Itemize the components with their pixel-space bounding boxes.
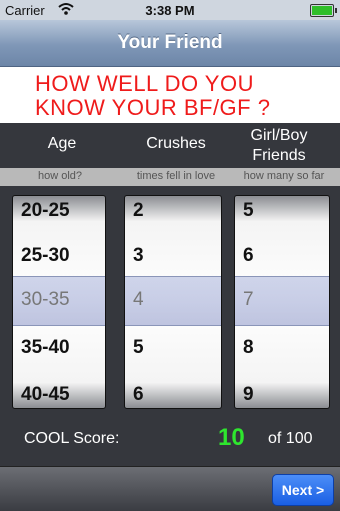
age-option[interactable]: 25-30: [21, 241, 70, 271]
crushes-option[interactable]: 6: [133, 380, 144, 408]
friends-option[interactable]: 9: [243, 380, 254, 408]
crushes-option-selected[interactable]: 4: [133, 285, 144, 315]
status-bar: Carrier 3:38 PM: [0, 0, 340, 20]
page-title: Your Friend: [117, 32, 223, 53]
age-picker-wheel[interactable]: 20-25 25-30 30-35 35-40 40-45: [12, 195, 106, 409]
column-title-friends: Girl/Boy Friends: [233, 126, 325, 166]
score-label: COOL Score:: [24, 430, 120, 447]
headline-line-1: HOW WELL DO YOU: [35, 71, 254, 96]
crushes-option[interactable]: 5: [133, 333, 144, 363]
friends-option[interactable]: 5: [243, 196, 254, 226]
friends-option[interactable]: 6: [243, 241, 254, 271]
age-option[interactable]: 40-45: [21, 380, 70, 408]
friends-option-selected[interactable]: 7: [243, 285, 254, 315]
column-subtitle-crushes: times fell in love: [136, 170, 216, 182]
friends-picker-wheel[interactable]: 5 6 7 8 9: [234, 195, 330, 409]
column-title-crushes: Crushes: [146, 135, 206, 152]
column-title-age: Age: [47, 135, 77, 152]
age-option-selected[interactable]: 30-35: [21, 285, 70, 315]
column-subtitle-friends: how many so far: [243, 170, 325, 182]
score-suffix: of 100: [268, 430, 313, 447]
friends-option[interactable]: 8: [243, 333, 254, 363]
next-button[interactable]: Next >: [272, 474, 334, 506]
headline-line-2: KNOW YOUR BF/GF ?: [35, 95, 271, 120]
column-subtitle-age: how old?: [37, 170, 83, 182]
column-title-friends-line-2: Friends: [252, 147, 306, 164]
score-value: 10: [218, 424, 245, 451]
crushes-option[interactable]: 3: [133, 241, 144, 271]
battery-icon: [310, 4, 337, 17]
crushes-option[interactable]: 2: [133, 196, 144, 226]
column-title-friends-line-1: Girl/Boy: [250, 127, 308, 144]
age-option[interactable]: 35-40: [21, 333, 70, 363]
age-option[interactable]: 20-25: [21, 196, 70, 226]
crushes-picker-wheel[interactable]: 2 3 4 5 6: [124, 195, 222, 409]
headline-banner: HOW WELL DO YOU KNOW YOUR BF/GF ?: [0, 67, 340, 123]
navigation-bar: Your Friend: [0, 20, 340, 67]
status-time: 3:38 PM: [145, 3, 195, 18]
score-row: COOL Score: 10 of 100: [0, 420, 340, 460]
